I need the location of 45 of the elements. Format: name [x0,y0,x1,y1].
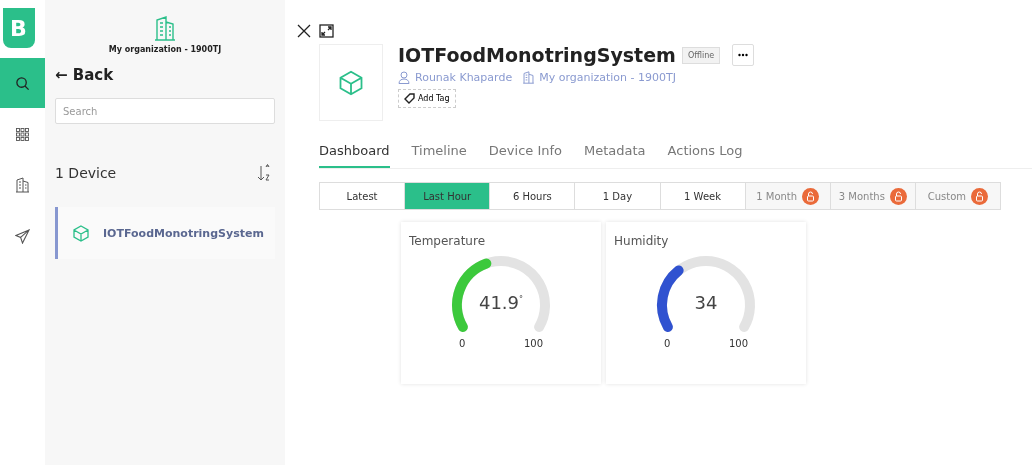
tab[interactable]: Metadata [584,143,646,168]
gauge-max: 100 [523,338,543,349]
tab[interactable]: Timeline [411,143,467,168]
grid-icon [16,127,29,141]
building-icon [16,177,29,193]
gauge-max: 100 [728,338,748,349]
search-icon [15,75,30,91]
widget-title: Temperature [409,234,486,248]
owner-name: Rounak Khaparde [415,71,513,84]
status-label: Offline [681,46,721,64]
time-range-button[interactable]: Last Hour [405,183,491,209]
back-link[interactable]: ← Back [55,66,275,84]
time-range-button[interactable]: Custom [915,183,1000,209]
device-count: 1 Device [55,165,117,181]
lock-icon [889,187,907,205]
organization-name: My organization - 1900TJ [108,45,222,54]
widget-title: Humidity [614,234,670,248]
more-button[interactable] [732,44,755,66]
device-name: IOTFoodMonotringSystem [398,44,676,66]
gauge-min: 0 [664,338,671,349]
time-range-button[interactable]: 1 Month [745,183,831,209]
organization-name: My organization - 1900TJ [539,71,676,84]
sort-icon[interactable] [257,164,271,182]
tab[interactable]: Dashboard [319,143,390,168]
user-icon [398,71,410,84]
nav-item[interactable] [0,58,45,108]
tab[interactable]: Device Info [488,143,562,168]
gauge-value: 41.9$^{°}$ [477,292,525,313]
cube-icon [339,69,363,96]
time-range-button[interactable]: 3 Months [830,183,916,209]
lock-icon [802,187,820,205]
lock-icon [971,187,989,205]
gauge-min: 0 [459,338,466,349]
tab[interactable]: Actions Log [667,143,743,168]
close-icon[interactable] [297,24,311,38]
send-icon [15,228,30,244]
search-field[interactable]: Search [55,98,275,124]
more-icon [738,53,749,57]
cube-icon [73,224,89,242]
add-tag-button[interactable]: Add Tag [398,89,456,108]
building-icon [523,71,535,84]
building-icon [155,15,175,41]
tag-icon [404,93,415,104]
expand-icon[interactable] [319,24,334,38]
gauge-value: 34 [693,292,719,313]
